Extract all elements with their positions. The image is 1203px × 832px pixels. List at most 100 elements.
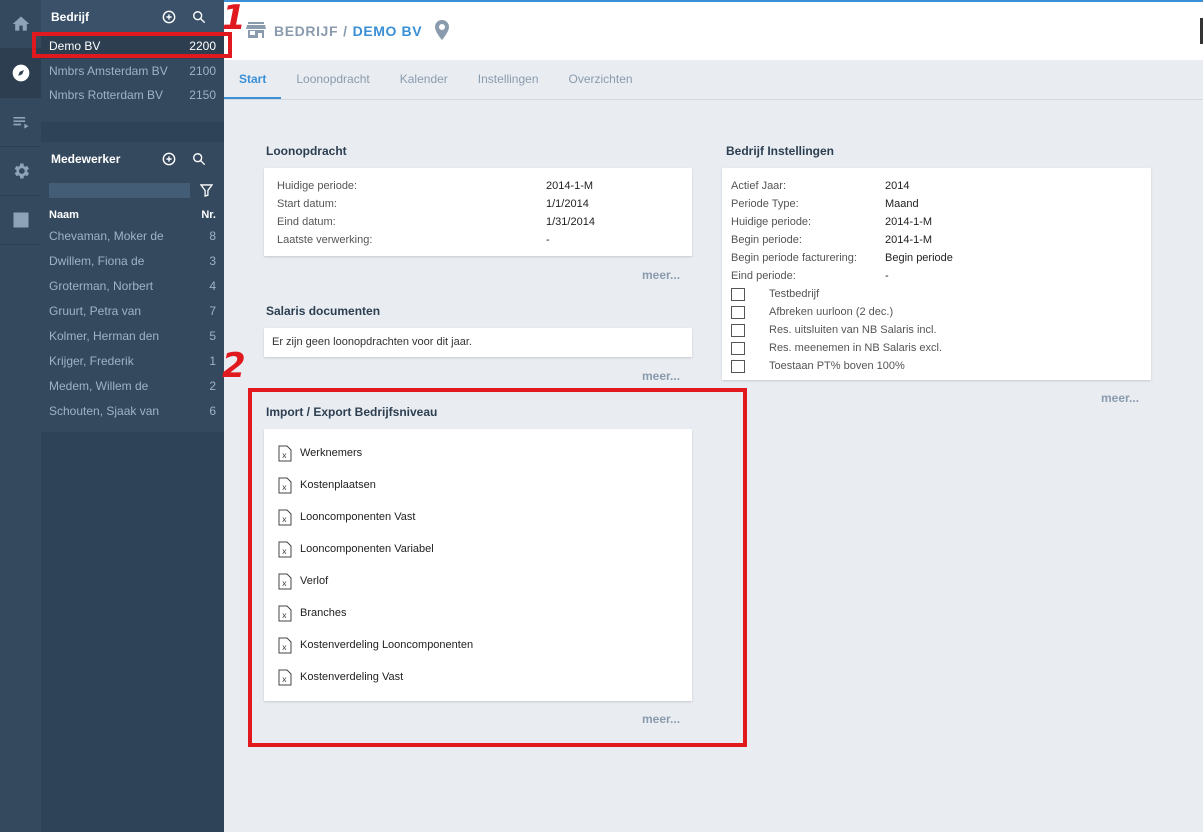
kv-row: Laatste verwerking: -: [277, 231, 679, 249]
rail-reports[interactable]: [0, 196, 41, 245]
col-nr-header[interactable]: Nr.: [201, 209, 216, 221]
tab-overzichten[interactable]: Overzichten: [554, 60, 648, 99]
breadcrumb-current: DEMO BV: [352, 23, 423, 39]
employee-nr: 1: [209, 354, 216, 368]
breadcrumb: BEDRIJF / DEMO BV: [274, 23, 422, 39]
kv-row: Begin periode facturering: Begin periode: [731, 249, 1142, 267]
search-icon: [193, 152, 206, 165]
loonopdracht-meer-link[interactable]: meer...: [642, 268, 680, 282]
checkbox[interactable]: [731, 287, 745, 301]
kv-value: 1/31/2014: [546, 216, 595, 228]
kv-row: Actief Jaar: 2014: [731, 177, 1142, 195]
gear-icon: [14, 163, 29, 179]
salaris-meer-link[interactable]: meer...: [642, 369, 680, 383]
kv-value: Begin periode: [885, 252, 953, 264]
employee-row[interactable]: Kolmer, Herman den 5: [41, 324, 224, 349]
kv-label: Begin periode:: [731, 234, 802, 246]
tab-start[interactable]: Start: [224, 60, 282, 99]
tab-loonopdracht[interactable]: Loonopdracht: [281, 60, 384, 99]
kv-row: Begin periode: 2014-1-M: [731, 231, 1142, 249]
employee-nr: 3: [209, 254, 216, 268]
tab-instellingen[interactable]: Instellingen: [463, 60, 554, 99]
kv-row: Eind periode: -: [731, 267, 1142, 285]
home-icon: [12, 16, 29, 31]
checkbox-row: Afbreken uurloon (2 dec.): [731, 303, 1142, 321]
col-name-header[interactable]: Naam: [49, 209, 201, 221]
search-company-button[interactable]: [184, 10, 214, 24]
checkbox-label: Afbreken uurloon (2 dec.): [769, 306, 894, 318]
employee-nr: 7: [209, 304, 216, 318]
sidebar-divider: [41, 121, 224, 142]
checkbox-label: Testbedrijf: [769, 288, 820, 300]
employee-name: Chevaman, Moker de: [49, 229, 164, 243]
top-bar: BEDRIJF / DEMO BV: [224, 0, 1203, 60]
employee-row[interactable]: Medem, Willem de 2: [41, 374, 224, 399]
employee-row[interactable]: Chevaman, Moker de 8: [41, 224, 224, 249]
companies-title: Bedrijf: [51, 10, 90, 24]
employee-filter-input[interactable]: [49, 183, 190, 198]
employee-name: Kolmer, Herman den: [49, 329, 160, 343]
tab-kalender[interactable]: Kalender: [385, 60, 463, 99]
kv-value: Maand: [885, 198, 919, 210]
kv-label: Begin periode facturering:: [731, 252, 857, 264]
kv-label: Eind periode:: [731, 270, 796, 282]
instellingen-title: Bedrijf Instellingen: [726, 144, 835, 158]
employee-row[interactable]: Dwillem, Fiona de 3: [41, 249, 224, 274]
instellingen-card: Actief Jaar: 2014 Periode Type: Maand Huid…: [722, 168, 1151, 380]
company-nr: 2150: [189, 88, 216, 103]
kv-row: Eind datum: 1/31/2014: [277, 213, 679, 231]
store-icon: [246, 21, 266, 38]
employee-row[interactable]: Krijger, Frederik 1: [41, 349, 224, 374]
checkbox[interactable]: [731, 341, 745, 355]
list-icon: [13, 117, 28, 129]
checkbox[interactable]: [731, 305, 745, 319]
sidebar: Bedrijf Demo BV 2200 Nmbrs Amsterdam BV …: [41, 0, 224, 832]
salaris-card: Er zijn geen loonopdrachten voor dit jaa…: [264, 328, 692, 357]
checkbox[interactable]: [731, 359, 745, 373]
rail-list[interactable]: [0, 98, 41, 147]
company-row[interactable]: Nmbrs Rotterdam BV 2150: [41, 83, 224, 108]
annotation-marker-2: 2: [222, 346, 246, 386]
chart-icon: [13, 212, 28, 228]
kv-value: 2014-1-M: [885, 216, 933, 228]
kv-label: Periode Type:: [731, 198, 799, 210]
filter-icon: [200, 184, 213, 197]
kv-label: Start datum:: [277, 198, 337, 210]
employee-row[interactable]: Schouten, Sjaak van 6: [41, 399, 224, 424]
checkbox[interactable]: [731, 323, 745, 337]
employee-name: Dwillem, Fiona de: [49, 254, 145, 268]
company-name: Nmbrs Amsterdam BV: [49, 63, 168, 78]
tab-bar: Start Loonopdracht Kalender Instellingen…: [224, 60, 1203, 100]
employee-nr: 4: [209, 279, 216, 293]
employee-name: Gruurt, Petra van: [49, 304, 142, 318]
company-row[interactable]: Nmbrs Amsterdam BV 2100: [41, 59, 224, 84]
highlight-box-company: [32, 32, 232, 58]
map-pin-icon: [435, 19, 450, 40]
kv-row: Huidige periode: 2014-1-M: [731, 213, 1142, 231]
employee-nr: 5: [209, 329, 216, 343]
search-employee-button[interactable]: [184, 152, 214, 166]
filter-button[interactable]: [190, 184, 216, 197]
employees-header: Medewerker: [41, 141, 224, 176]
checkbox-row: Res. uitsluiten van NB Salaris incl.: [731, 321, 1142, 339]
compass-icon: [12, 64, 29, 82]
employee-nr: 2: [209, 379, 216, 393]
rail-settings[interactable]: [0, 147, 41, 196]
employee-name: Groterman, Norbert: [49, 279, 154, 293]
salaris-title: Salaris documenten: [266, 304, 381, 318]
kv-label: Eind datum:: [277, 216, 336, 228]
employee-row[interactable]: Groterman, Norbert 4: [41, 274, 224, 299]
employee-row[interactable]: Gruurt, Petra van 7: [41, 299, 224, 324]
breadcrumb-root[interactable]: BEDRIJF: [274, 23, 338, 39]
employee-columns: Naam Nr.: [41, 206, 224, 224]
add-employee-button[interactable]: [154, 152, 184, 166]
location-button[interactable]: [434, 19, 450, 43]
checkbox-row: Res. meenemen in NB Salaris excl.: [731, 339, 1142, 357]
kv-label: Laatste verwerking:: [277, 234, 373, 246]
plus-circle-icon: [162, 152, 176, 165]
add-company-button[interactable]: [154, 10, 184, 24]
instellingen-meer-link[interactable]: meer...: [1101, 391, 1139, 405]
employee-list: Chevaman, Moker de 8 Dwillem, Fiona de 3 G…: [41, 224, 224, 432]
employee-nr: 8: [209, 229, 216, 243]
icon-rail: [0, 0, 41, 832]
